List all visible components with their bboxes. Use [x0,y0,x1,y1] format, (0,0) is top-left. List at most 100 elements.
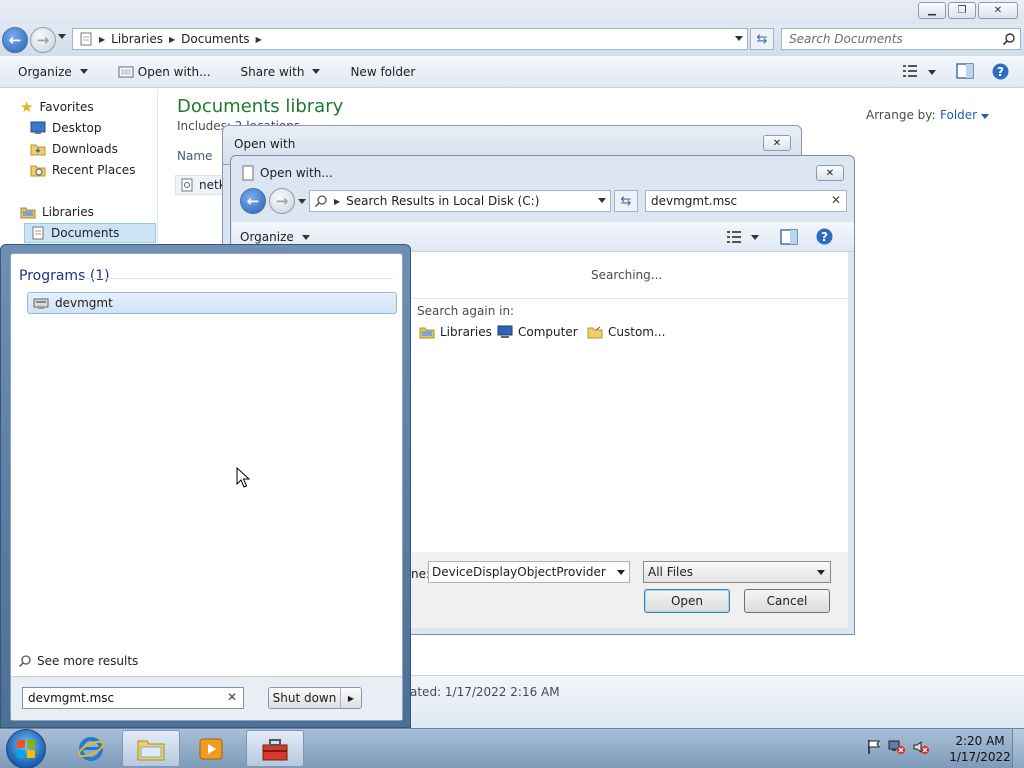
media-player-icon [199,738,223,759]
dialog-recent-dropdown[interactable] [298,199,306,204]
breadcrumb-separator-icon[interactable]: ▶ [256,35,262,44]
minimize-button[interactable]: ▁ [918,2,946,19]
preview-pane-icon[interactable] [780,229,798,245]
dialog-results-pane: Searching... Search again in: Libraries … [411,252,848,552]
recent-pages-dropdown[interactable] [58,34,66,39]
start-menu: Programs (1) devmgmt See more results ✕ … [0,244,411,728]
dialog-organize-button[interactable]: Organize [240,230,310,244]
search-again-libraries[interactable]: Libraries [419,325,492,339]
open-with-back-close-button[interactable]: ✕ [763,135,791,151]
program-result-devmgmt[interactable]: devmgmt [27,292,397,314]
taskbar-media-player[interactable] [182,730,240,767]
search-again-computer[interactable]: Computer [497,325,578,339]
dialog-refresh-button[interactable]: ⇆ [614,190,638,212]
program-result-label: devmgmt [55,296,113,310]
chevron-down-icon [312,69,321,74]
open-with-dialog-close-button[interactable]: ✕ [816,165,844,181]
star-icon: ★ [20,98,34,116]
chevron-down-icon [301,234,310,240]
refresh-icon: ⇆ [756,31,768,47]
system-clock[interactable]: 2:20 AM 1/17/2022 [940,733,1020,765]
search-icon[interactable] [1002,32,1016,46]
shutdown-options-arrow-icon[interactable]: ▶ [341,694,361,703]
chevron-down-icon[interactable] [617,570,625,575]
search-again-custom[interactable]: Custom... [587,325,665,339]
close-button[interactable]: ✕ [978,2,1018,19]
recent-places-icon [30,165,46,177]
taskbar-internet-explorer[interactable] [62,730,120,767]
nav-favorites[interactable]: ★ Favorites [20,97,94,117]
nav-recent-places-label: Recent Places [52,163,136,177]
dialog-back-button[interactable]: ← [240,188,266,214]
open-with-dialog-titlebar: Open with... [241,165,333,181]
search-again-libraries-label: Libraries [440,325,492,339]
dialog-address-text: Search Results in Local Disk (C:) [346,194,540,208]
breadcrumb-separator-icon[interactable]: ▶ [334,197,340,206]
volume-muted-icon[interactable] [912,739,930,755]
view-dropdown-icon[interactable] [928,70,936,75]
taskbar-toolbox-app[interactable] [246,730,304,767]
view-options-icon[interactable] [902,63,918,79]
dialog-address-bar[interactable]: ▶ Search Results in Local Disk (C:) [309,190,611,212]
organize-button[interactable]: Organize [18,65,88,79]
forward-button[interactable]: → [30,27,56,53]
address-bar[interactable]: ▶ Libraries ▶ Documents ▶ [72,28,748,50]
dialog-address-dropdown[interactable] [598,198,606,203]
dialog-search-box[interactable]: ✕ [645,190,847,212]
start-search-box[interactable]: ✕ [22,687,244,709]
search-icon [18,655,31,668]
internet-explorer-icon [78,736,104,761]
programs-header: Programs (1) [19,268,110,284]
file-name-combobox[interactable]: DeviceDisplayObjectProvider [428,561,630,583]
action-center-flag-icon[interactable] [866,739,882,755]
address-dropdown[interactable] [735,36,743,41]
file-type-filter[interactable]: All Files [643,561,831,583]
back-button[interactable]: ← [2,27,28,53]
clear-search-icon[interactable]: ✕ [227,690,237,704]
nav-desktop[interactable]: Desktop [30,118,102,138]
help-icon[interactable]: ? [816,228,833,245]
explorer-search-input[interactable] [782,29,992,49]
open-with-dialog-title: Open with... [260,166,333,180]
nav-documents-label: Documents [51,226,120,240]
nav-documents[interactable]: Documents [24,223,156,243]
command-bar: Organize Open with... Share with New fol… [0,56,1024,88]
share-with-button[interactable]: Share with [241,65,321,79]
search-icon [314,195,327,208]
clear-search-icon[interactable]: ✕ [831,193,841,207]
breadcrumb-documents[interactable]: Documents [181,32,249,46]
preview-pane-icon[interactable] [956,63,974,79]
cancel-button[interactable]: Cancel [744,589,830,613]
notification-area [866,739,930,755]
open-button[interactable]: Open [644,589,730,613]
breadcrumb-libraries[interactable]: Libraries [111,32,163,46]
view-dropdown-icon[interactable] [751,235,759,240]
new-folder-button[interactable]: New folder [350,65,415,79]
address-row: ← → ▶ Libraries ▶ Documents ▶ ⇆ [0,24,1024,56]
search-again-label: Search again in: [417,304,515,318]
view-options-icon[interactable] [726,229,742,245]
file-type-value: All Files [648,565,694,579]
nav-downloads[interactable]: Downloads [30,139,118,159]
shutdown-button[interactable]: Shut down ▶ [268,687,362,709]
start-button[interactable] [6,729,46,768]
arrange-by-dropdown[interactable]: Folder [940,108,990,122]
search-again-custom-label: Custom... [608,325,666,339]
dialog-forward-button[interactable]: → [269,188,295,214]
network-disconnected-icon[interactable] [888,739,906,755]
dialog-search-input[interactable] [646,191,821,211]
nav-recent-places[interactable]: Recent Places [30,160,135,180]
restore-button[interactable]: ❐ [948,2,976,19]
start-search-input[interactable] [23,688,218,708]
column-header-name[interactable]: Name [177,149,212,163]
show-desktop-button[interactable] [1012,729,1024,768]
open-with-button[interactable]: Open with... [118,65,211,79]
nav-libraries[interactable]: Libraries [20,202,94,222]
refresh-button[interactable]: ⇆ [750,28,774,50]
share-with-label: Share with [240,64,305,79]
help-icon[interactable]: ? [992,63,1009,80]
breadcrumb-separator-icon[interactable]: ▶ [169,35,175,44]
see-more-results-link[interactable]: See more results [18,654,138,668]
explorer-search-box[interactable] [781,28,1021,50]
taskbar-windows-explorer[interactable] [122,730,180,767]
